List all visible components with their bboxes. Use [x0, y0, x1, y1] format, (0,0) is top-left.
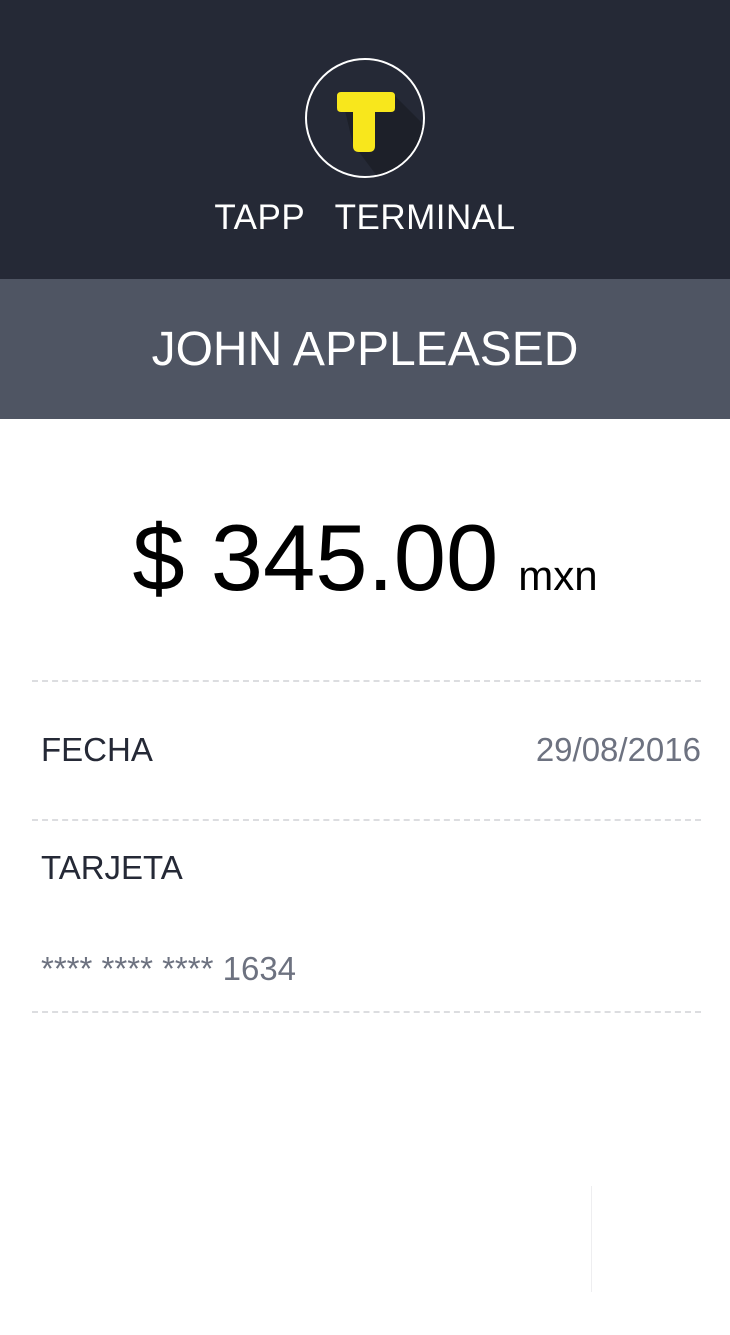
date-label: FECHA: [41, 731, 153, 768]
customer-name: JOHN APPLEASED: [151, 323, 579, 376]
tapp-logo-icon: [305, 58, 425, 178]
divider: [32, 680, 701, 682]
receipt-screen: TAPP TERMINAL JOHN APPLEASED $ 345.00 mxn…: [0, 0, 730, 1335]
app-header: TAPP TERMINAL: [0, 0, 730, 279]
date-value: 29/08/2016: [535, 731, 701, 768]
app-title: TAPP TERMINAL: [214, 198, 516, 237]
divider: [32, 819, 701, 821]
vertical-separator: [591, 1186, 592, 1292]
payment-amount: $ 345.00 mxn: [0, 504, 730, 612]
divider: [32, 1011, 701, 1013]
card-number: **** **** **** 1634: [41, 950, 297, 987]
currency-code: mxn: [518, 552, 598, 599]
card-label: TARJETA: [41, 849, 183, 886]
amount-value: $ 345.00: [132, 505, 499, 610]
